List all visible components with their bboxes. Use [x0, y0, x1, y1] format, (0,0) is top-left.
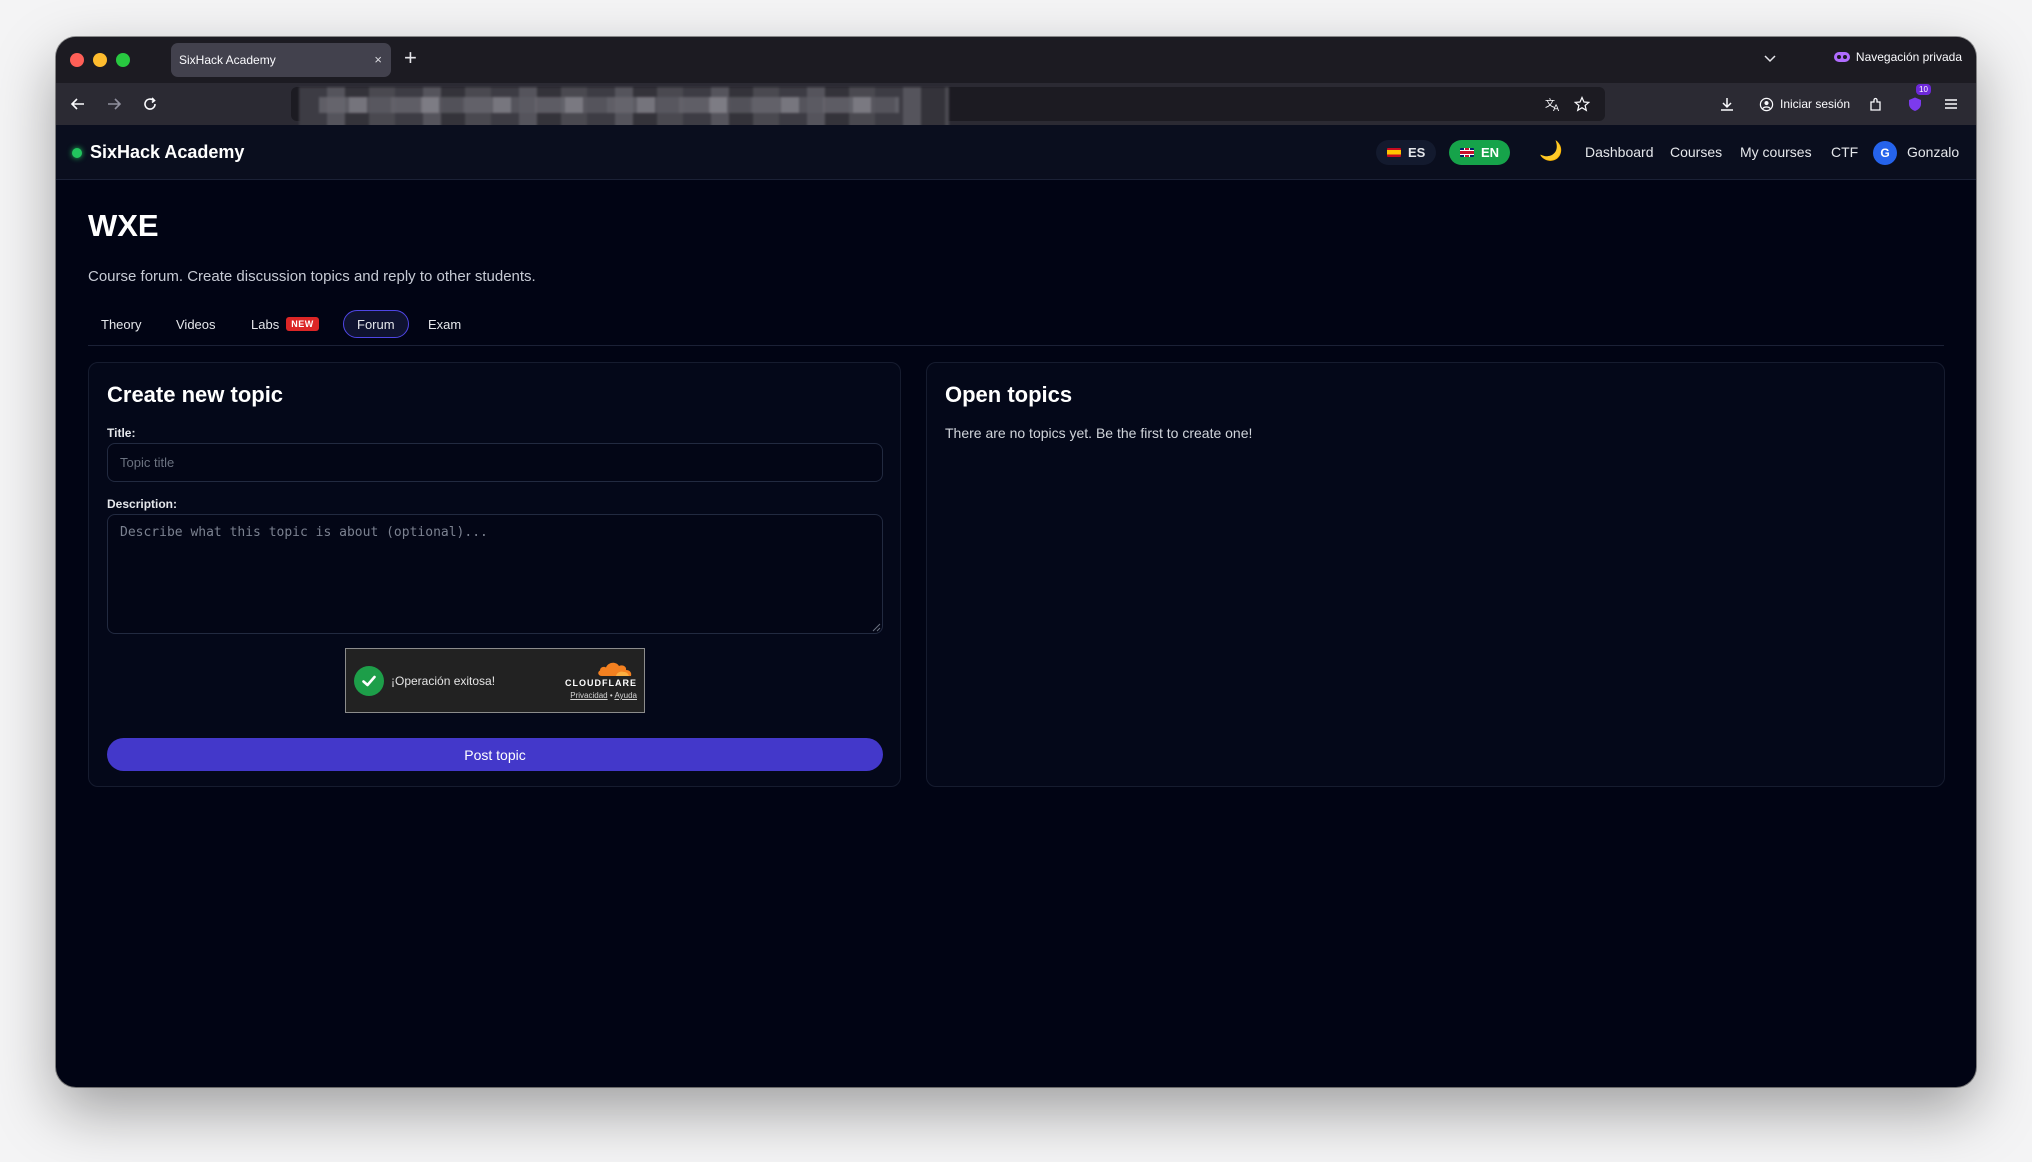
tab-theory-label: Theory — [101, 316, 142, 332]
private-browsing-indicator: Navegación privada — [1833, 50, 1962, 64]
translate-icon[interactable]: 文A — [1543, 94, 1563, 114]
extensions-puzzle-icon[interactable] — [1866, 94, 1886, 114]
captcha-link-separator: • — [609, 691, 613, 700]
bookmark-star-icon[interactable] — [1572, 94, 1592, 114]
cloudflare-cloud-icon — [598, 662, 632, 676]
open-topics-heading: Open topics — [945, 382, 1073, 407]
cloudflare-captcha-widget[interactable]: ¡Operación exitosa! CLOUDFLARE Privacida… — [345, 648, 645, 713]
topic-title-input[interactable] — [107, 443, 883, 482]
browser-tab-active[interactable]: SixHack Academy × — [171, 43, 391, 77]
browser-toolbar: 文A Iniciar sesión 10 — [56, 83, 1976, 127]
language-es-label: ES — [1408, 145, 1426, 160]
browser-window: SixHack Academy × + Navegación privada 文… — [56, 37, 1976, 1087]
success-check-icon — [354, 666, 384, 696]
post-topic-button[interactable]: Post topic — [107, 738, 883, 771]
tab-theory[interactable]: Theory — [88, 310, 154, 338]
empty-topics-message: There are no topics yet. Be the first to… — [945, 425, 1253, 441]
user-name-link[interactable]: Gonzalo — [1907, 144, 1959, 160]
nav-dashboard-link[interactable]: Dashboard — [1585, 144, 1654, 160]
spain-flag-icon — [1387, 148, 1401, 157]
window-close-button[interactable] — [70, 53, 84, 67]
tab-labs-label: Labs — [251, 316, 280, 332]
sign-in-button[interactable]: Iniciar sesión — [1751, 90, 1858, 118]
private-browsing-label: Navegación privada — [1855, 50, 1962, 64]
sign-in-label: Iniciar sesión — [1780, 97, 1851, 111]
course-subtitle: Course forum. Create discussion topics a… — [88, 268, 536, 285]
hamburger-menu-icon[interactable] — [1941, 94, 1961, 114]
cloudflare-brand: CLOUDFLARE — [565, 678, 637, 688]
new-badge: NEW — [286, 317, 319, 331]
uk-flag-icon — [1460, 148, 1474, 157]
course-title: WXE — [88, 208, 159, 243]
open-topics-card: Open topics There are no topics yet. Be … — [926, 362, 1945, 787]
browser-tab-strip: SixHack Academy × + Navegación privada — [56, 37, 1976, 83]
downloads-icon[interactable] — [1717, 94, 1737, 114]
title-label: Title: — [107, 426, 136, 440]
captcha-help-link[interactable]: Ayuda — [614, 691, 637, 700]
private-mask-icon — [1833, 52, 1850, 62]
redacted-url — [299, 87, 949, 127]
status-dot-icon — [72, 147, 82, 158]
window-minimize-button[interactable] — [93, 53, 107, 67]
svg-text:A: A — [1553, 104, 1560, 112]
captcha-links: Privacidad • Ayuda — [570, 691, 637, 700]
url-bar[interactable]: 文A — [291, 87, 1605, 127]
window-zoom-button[interactable] — [116, 53, 130, 67]
language-en-label: EN — [1481, 145, 1500, 160]
tab-videos-label: Videos — [176, 316, 216, 332]
nav-courses-link[interactable]: Courses — [1670, 144, 1722, 160]
description-label: Description: — [107, 497, 178, 511]
nav-my-courses-link[interactable]: My courses — [1740, 144, 1812, 160]
reload-icon[interactable] — [140, 94, 160, 114]
create-topic-heading: Create new topic — [107, 382, 284, 407]
create-topic-card: Create new topic Title: Description: ¡Op… — [88, 362, 901, 787]
forward-arrow-icon[interactable] — [104, 94, 124, 114]
tab-videos[interactable]: Videos — [163, 310, 229, 338]
tab-exam[interactable]: Exam — [415, 310, 474, 338]
extension-shield-icon[interactable] — [1905, 94, 1925, 114]
brand-name: SixHack Academy — [90, 142, 245, 162]
tab-close-icon[interactable]: × — [374, 52, 382, 67]
account-icon — [1759, 97, 1774, 111]
resize-grip-icon[interactable] — [871, 622, 881, 632]
back-arrow-icon[interactable] — [68, 94, 88, 114]
tab-list-chevron-icon[interactable] — [1763, 51, 1777, 70]
site-logo[interactable]: SixHack Academy — [72, 142, 244, 163]
user-avatar[interactable]: G — [1873, 141, 1897, 165]
site-header: SixHack Academy ES EN 🌙 Dashboard Course… — [56, 125, 1976, 180]
captcha-success-message: ¡Operación exitosa! — [391, 674, 496, 688]
tab-forum[interactable]: Forum — [343, 310, 409, 338]
extension-badge-count: 10 — [1916, 84, 1931, 95]
captcha-privacy-link[interactable]: Privacidad — [570, 691, 607, 700]
browser-tab-title: SixHack Academy — [179, 53, 276, 67]
tab-forum-label: Forum — [357, 316, 395, 332]
new-tab-button[interactable]: + — [404, 47, 417, 69]
language-es-button[interactable]: ES — [1376, 140, 1437, 165]
nav-ctf-link[interactable]: CTF — [1831, 144, 1858, 160]
theme-toggle-moon-icon[interactable]: 🌙 — [1539, 139, 1563, 163]
tab-labs[interactable]: Labs NEW — [238, 310, 332, 338]
topic-description-textarea[interactable] — [107, 514, 883, 634]
course-tabs: Theory Videos Labs NEW Forum Exam — [88, 310, 1944, 346]
language-en-button[interactable]: EN — [1449, 140, 1511, 165]
tab-exam-label: Exam — [428, 316, 462, 332]
